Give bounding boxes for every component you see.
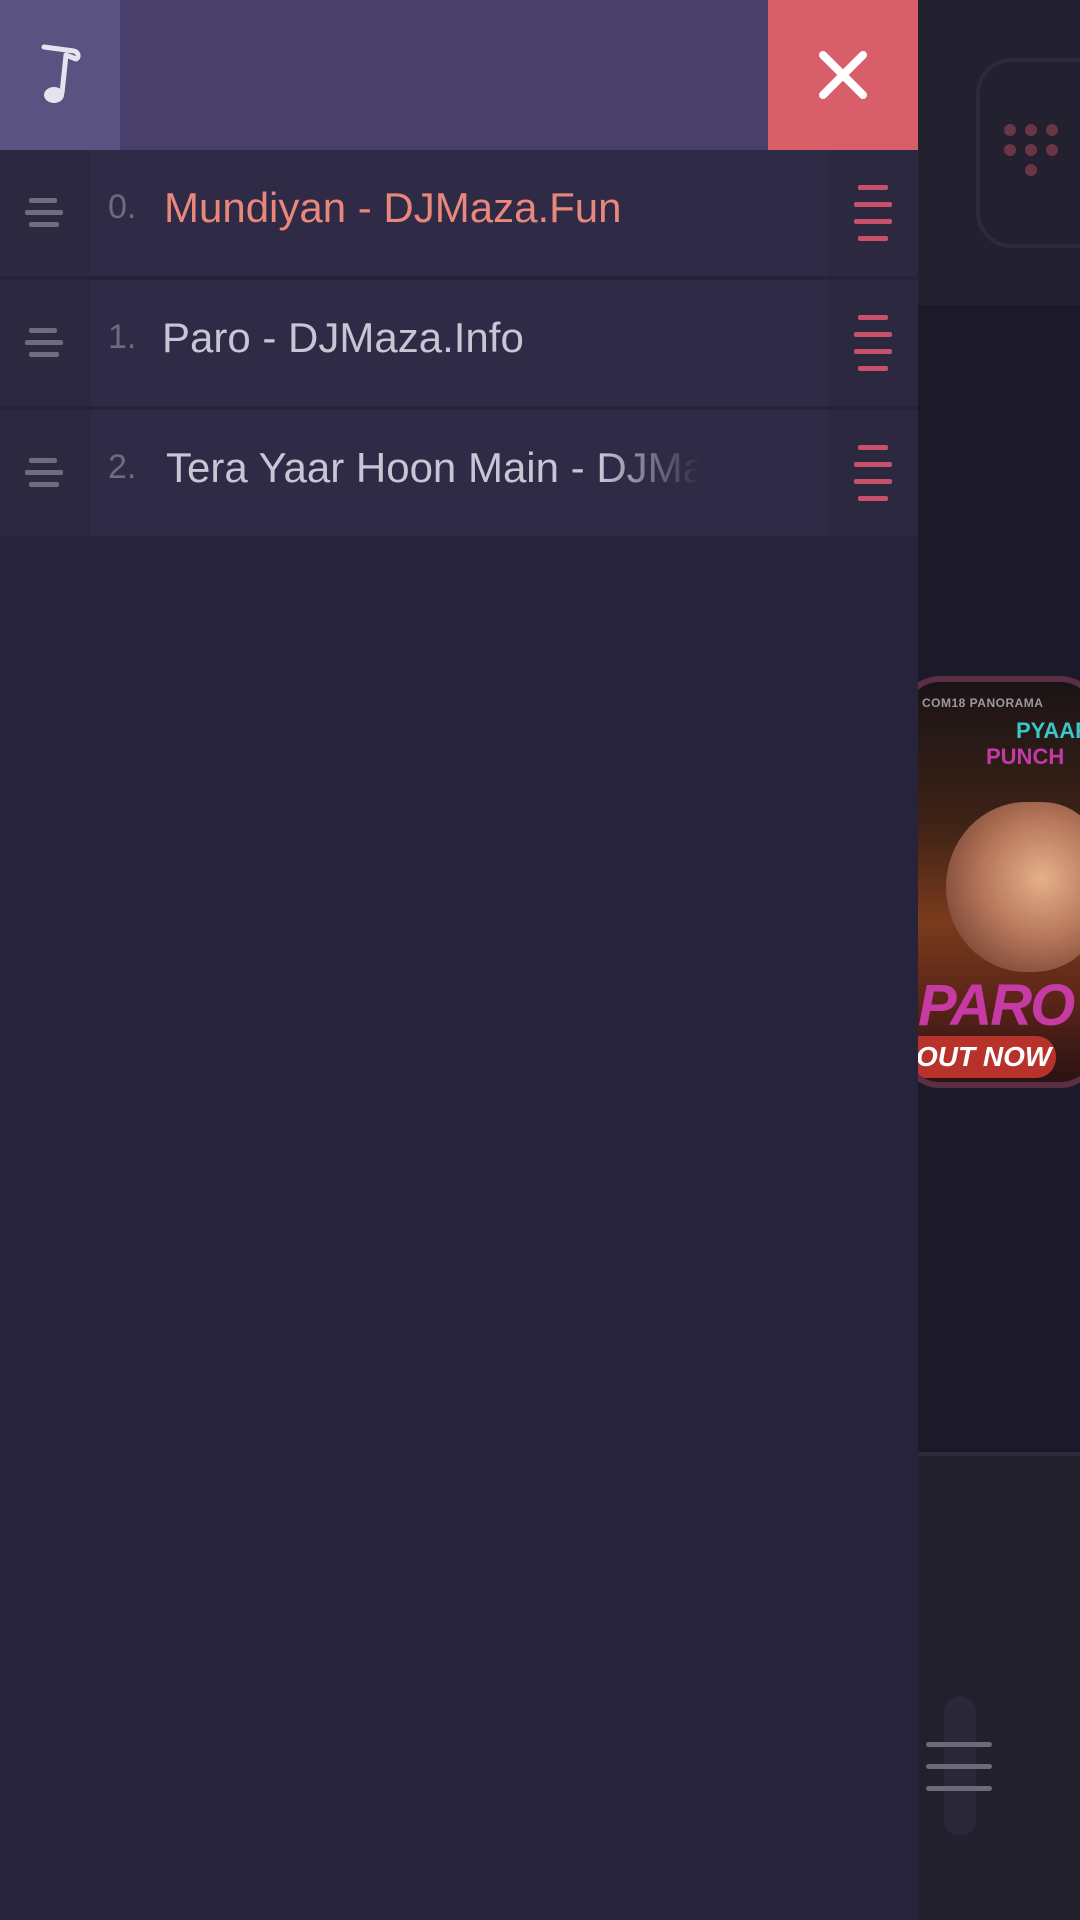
album-art-badge: OUT NOW bbox=[906, 1036, 1056, 1078]
title-fade bbox=[600, 430, 700, 516]
album-art-title: PARO bbox=[918, 973, 1075, 1038]
album-art-line2: PUNCH bbox=[986, 744, 1065, 769]
playlist-item[interactable]: 0. Mundiyan - DJMaza.Fun bbox=[0, 150, 918, 276]
drag-handle[interactable] bbox=[0, 280, 90, 406]
track-title: Mundiyan - DJMaza.Fun bbox=[164, 184, 622, 231]
track-index: 0. bbox=[108, 188, 137, 226]
close-button[interactable] bbox=[768, 0, 918, 150]
drag-handle-icon bbox=[25, 458, 63, 487]
dialpad-icon bbox=[1004, 124, 1058, 180]
playlist-item[interactable]: 1. Paro - DJMaza.Info bbox=[0, 280, 918, 406]
drag-handle-icon bbox=[25, 198, 63, 227]
playlist-item[interactable]: 2. Tera Yaar Hoon Main - DJMaz bbox=[0, 410, 918, 536]
track-menu-icon bbox=[854, 185, 892, 241]
close-icon bbox=[819, 51, 867, 99]
music-note-icon bbox=[41, 44, 81, 103]
track-menu-icon bbox=[854, 315, 892, 371]
drag-handle[interactable] bbox=[0, 410, 90, 536]
track-options-button[interactable] bbox=[828, 150, 918, 276]
player-footer bbox=[918, 1456, 1080, 1920]
drag-handle[interactable] bbox=[0, 150, 90, 276]
track-options-button[interactable] bbox=[828, 280, 918, 406]
track-options-button[interactable] bbox=[828, 410, 918, 536]
menu-icon[interactable] bbox=[926, 1742, 992, 1792]
track-index: 1. bbox=[108, 318, 137, 356]
track-menu-icon bbox=[854, 445, 892, 501]
playlist-drawer: 0. Mundiyan - DJMaza.Fun 1. Paro - DJMaz… bbox=[0, 0, 918, 1920]
album-art-face bbox=[946, 802, 1080, 972]
music-note-button[interactable] bbox=[0, 0, 120, 150]
album-art-line1: PYAAR bbox=[1016, 718, 1080, 743]
drag-handle-icon bbox=[25, 328, 63, 357]
track-title: Paro - DJMaza.Info bbox=[162, 314, 524, 361]
album-art-logos: COM18 PANORAMA bbox=[922, 696, 1044, 710]
album-art: COM18 PANORAMA PYAAR PUNCH PARO OUT NOW bbox=[900, 676, 1080, 1088]
track-index: 2. bbox=[108, 448, 137, 486]
drawer-header bbox=[0, 0, 918, 150]
